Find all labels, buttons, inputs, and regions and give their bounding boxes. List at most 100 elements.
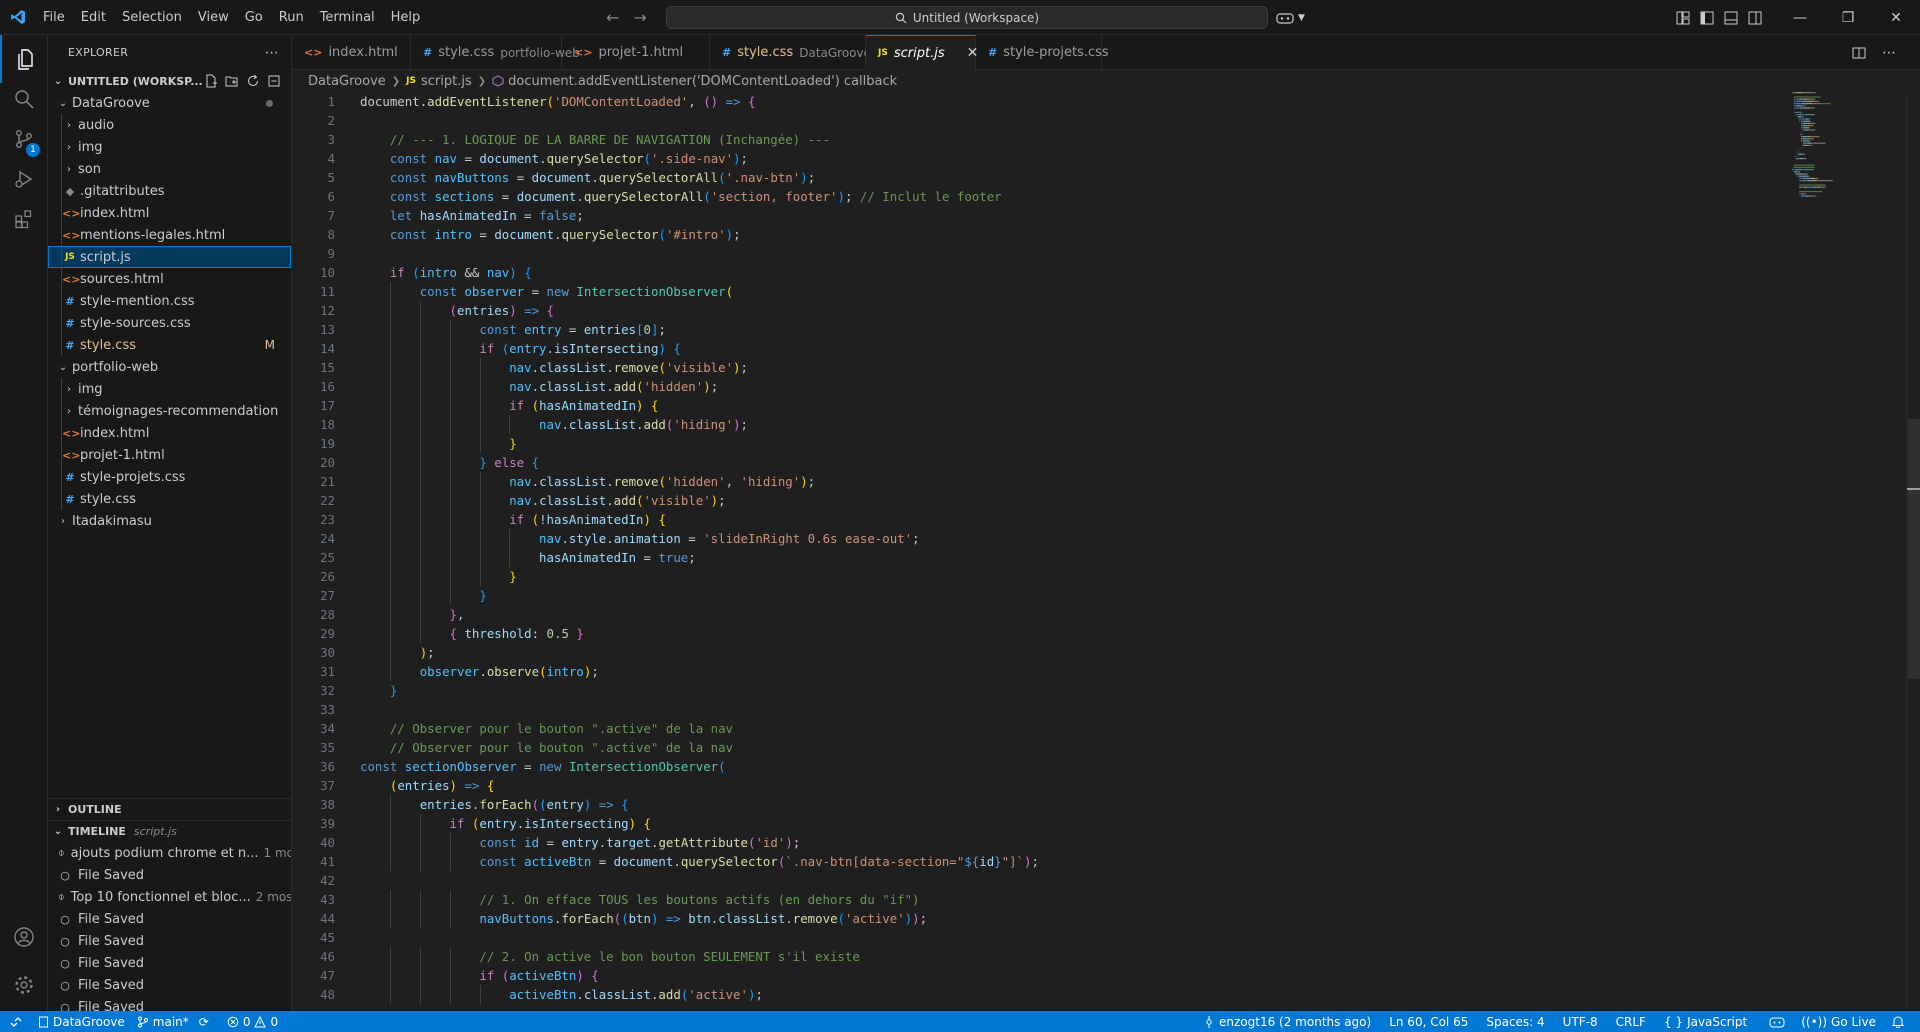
file-item[interactable]: <> mentions-legales.html [48,224,291,246]
split-editor-icon[interactable] [1852,46,1866,60]
sync-icon[interactable]: ⟳ [199,1015,209,1029]
menu-item-selection[interactable]: Selection [114,0,190,35]
minimap-token [1803,140,1810,142]
line-ending[interactable]: CRLF [1610,1015,1652,1029]
toggle-panel-icon[interactable] [1724,11,1738,25]
accounts-icon[interactable] [0,913,48,961]
folder-item[interactable]: › audio [48,114,291,136]
folder-item[interactable]: › img [48,378,291,400]
git-blame[interactable]: enzogt16 (2 months ago) [1197,1015,1377,1029]
indent-guide [61,136,62,158]
workspace-header[interactable]: ⌄ UNTITLED (WORKSP... [48,70,291,92]
scroll-thumb[interactable] [1908,419,1920,679]
timeline-item[interactable]: ○ File Saved [48,974,291,996]
more-actions-icon[interactable]: ⋯ [1882,45,1896,61]
code-text: // 1. On efface TOUS les boutons actifs … [479,892,920,907]
folder-item[interactable]: ⌄ DataGroove [48,92,291,114]
breadcrumb-file[interactable]: script.js [421,74,472,89]
extensions-icon[interactable] [0,195,48,243]
minimap-token [1818,186,1821,188]
customize-layout-icon[interactable] [1676,11,1690,25]
new-folder-icon[interactable] [225,74,239,88]
folder-item[interactable]: › img [48,136,291,158]
folder-item[interactable]: ⌄ portfolio-web [48,356,291,378]
close-icon[interactable]: ✕ [1872,0,1920,35]
minimize-icon[interactable]: — [1776,0,1824,35]
copilot-menu[interactable]: ▼ [1276,0,1305,35]
tab-projet-1-html[interactable]: <> projet-1.html [562,35,710,70]
minimap-token [1798,153,1803,155]
file-item[interactable]: <> index.html [48,422,291,444]
forward-arrow-icon[interactable]: → [633,8,646,27]
timeline-item[interactable]: ○ File Saved [48,996,291,1012]
gear-icon[interactable] [0,961,48,1009]
code-text: // Observer pour le bouton ".active" de … [389,721,733,736]
more-actions-icon[interactable]: ⋯ [265,45,279,61]
file-item[interactable]: # style-sources.css [48,312,291,334]
indentation[interactable]: Spaces: 4 [1480,1015,1550,1029]
timeline-item[interactable]: ○ File Saved [48,908,291,930]
menu-item-file[interactable]: File [35,0,73,35]
menu-item-help[interactable]: Help [383,0,429,35]
breadcrumb-symbol[interactable]: document.addEventListener('DOMContentLoa… [508,74,897,89]
timeline-item[interactable]: ⌽ Top 10 fonctionnel et bloc... 2 mos [48,886,291,908]
branch-folder[interactable]: DataGroove [32,1015,131,1029]
file-item[interactable]: JS script.js [48,246,291,268]
file-item[interactable]: <> projet-1.html [48,444,291,466]
tab-index-html[interactable]: <> index.html [292,35,411,70]
refresh-icon[interactable] [246,74,260,88]
minimap-token [1801,125,1803,127]
menu-item-run[interactable]: Run [271,0,312,35]
minimap-token [1802,105,1806,107]
cursor-position[interactable]: Ln 60, Col 65 [1383,1015,1474,1029]
file-item[interactable]: <> sources.html [48,268,291,290]
file-item[interactable]: # style.css [48,488,291,510]
menu-item-terminal[interactable]: Terminal [312,0,383,35]
timeline-item-label: ajouts podium chrome et n... [70,845,259,861]
problems-indicator[interactable]: 0 0 [221,1015,284,1029]
menu-item-edit[interactable]: Edit [73,0,114,35]
minimap-token [1802,127,1809,129]
branch-indicator[interactable]: main* ⟳ [131,1015,215,1029]
tab-style-css[interactable]: # style.css portfolio-web [411,35,580,70]
language-mode[interactable]: { } JavaScript [1658,1015,1753,1029]
indent-guide [61,400,62,422]
new-file-icon[interactable] [204,74,218,88]
code-editor[interactable]: 1 document.addEventListener('DOMContentLo… [292,92,1920,1011]
tree-item-label: style.css [80,491,136,507]
outline-section-header[interactable]: › OUTLINE [48,798,291,820]
minimap[interactable] [1792,92,1898,292]
file-item[interactable]: # style-mention.css [48,290,291,312]
file-item[interactable]: <> index.html [48,202,291,224]
folder-item[interactable]: › Itadakimasu [48,510,291,532]
timeline-item[interactable]: ○ File Saved [48,864,291,886]
editor-tabs: <> index.html # style.css portfolio-web <> pro… [292,35,1920,70]
back-arrow-icon[interactable]: ← [606,8,619,27]
editor-scrollbar[interactable] [1906,92,1920,1011]
notifications-bell-icon[interactable] [1886,1015,1910,1028]
tab-style-projets-css[interactable]: # style-projets.css [976,35,1109,70]
folder-item[interactable]: › témoignages-recommendation [48,400,291,422]
timeline-section-header[interactable]: ⌄ TIMELINE script.js [48,820,291,842]
toggle-primary-sidebar-icon[interactable] [1700,11,1714,25]
breadcrumb-folder[interactable]: DataGroove [308,74,386,89]
timeline-item[interactable]: ⌽ ajouts podium chrome et n... 1 mo [48,842,291,864]
tab-script-js[interactable]: JS script.js ✕ [866,35,978,70]
timeline-item[interactable]: ○ File Saved [48,930,291,952]
copilot-status-icon[interactable] [1763,1016,1791,1028]
go-live-button[interactable]: ((•)) Go Live [1795,1015,1882,1029]
encoding[interactable]: UTF-8 [1557,1015,1604,1029]
menu-item-view[interactable]: View [190,0,237,35]
folder-item[interactable]: › son [48,158,291,180]
command-center[interactable]: Untitled (Workspace) [666,6,1268,29]
file-item[interactable]: # style-projets.css [48,466,291,488]
file-item[interactable]: ◆ .gitattributes [48,180,291,202]
timeline-item[interactable]: ○ File Saved [48,952,291,974]
toggle-secondary-sidebar-icon[interactable] [1748,11,1762,25]
tab-style-css[interactable]: #style.cssDataGrooveM [710,35,887,70]
restore-icon[interactable]: ❐ [1824,0,1872,35]
remote-indicator-icon[interactable] [0,1011,32,1032]
file-item[interactable]: # style.css M [48,334,291,356]
menu-item-go[interactable]: Go [237,0,271,35]
collapse-all-icon[interactable] [267,74,281,88]
